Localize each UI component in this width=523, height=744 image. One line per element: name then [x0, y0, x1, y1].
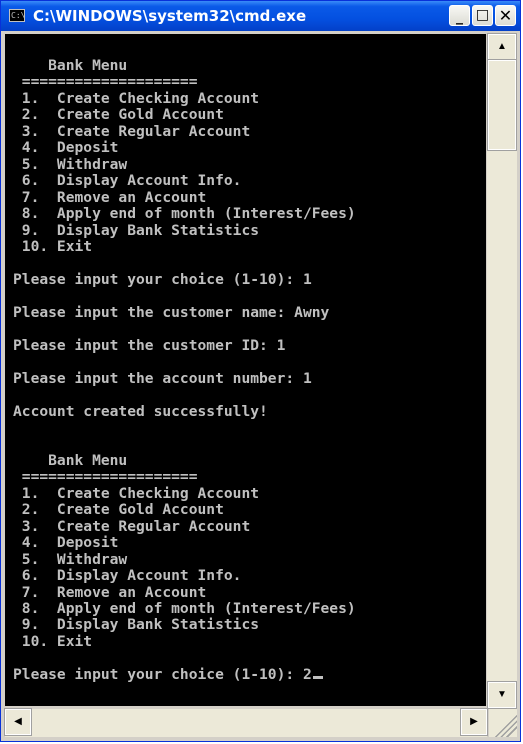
- vertical-scroll-thumb[interactable]: [487, 59, 517, 151]
- window-title: C:\WINDOWS\system32\cmd.exe: [33, 7, 307, 25]
- maximize-button[interactable]: □: [472, 5, 493, 26]
- horizontal-scrollbar[interactable]: ◀ ▶: [4, 708, 488, 737]
- minimize-button[interactable]: _: [449, 5, 470, 26]
- scroll-down-button[interactable]: ▼: [487, 681, 517, 709]
- close-button[interactable]: ✕: [495, 5, 516, 26]
- cmd-console-icon[interactable]: C:\: [9, 9, 25, 22]
- scroll-up-button[interactable]: ▲: [487, 33, 517, 61]
- text-cursor: [312, 675, 323, 679]
- cmd-window: C:\ C:\WINDOWS\system32\cmd.exe _ □ ✕ Ba…: [0, 0, 521, 742]
- title-bar[interactable]: C:\ C:\WINDOWS\system32\cmd.exe _ □ ✕: [1, 1, 520, 31]
- scroll-left-button[interactable]: ◀: [4, 708, 32, 736]
- scroll-right-button[interactable]: ▶: [460, 708, 488, 736]
- console-output[interactable]: Bank Menu ==================== 1. Create…: [5, 34, 486, 706]
- vertical-scrollbar[interactable]: ▲ ▼: [487, 33, 517, 709]
- resize-grip[interactable]: [489, 709, 517, 737]
- console-text: Bank Menu ==================== 1. Create…: [13, 57, 356, 683]
